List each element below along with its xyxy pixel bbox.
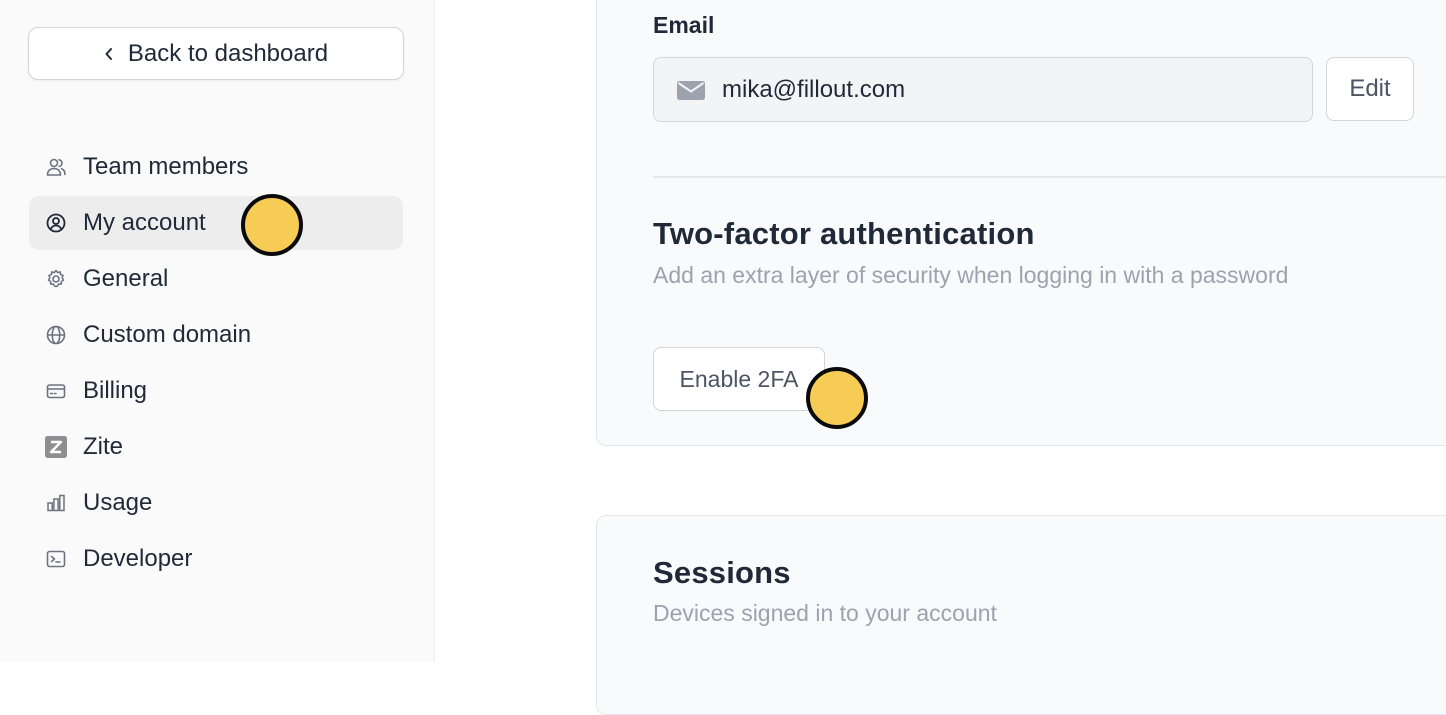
edit-email-button[interactable]: Edit [1326,57,1414,121]
users-icon [45,156,67,178]
back-to-dashboard-button[interactable]: Back to dashboard [28,27,404,80]
terminal-icon [45,548,67,570]
email-value: mika@fillout.com [722,75,906,103]
sidebar-item-usage[interactable]: Usage [29,476,403,530]
gear-icon [45,268,67,290]
chevron-left-icon [104,46,114,62]
sidebar-item-label: Usage [83,489,153,516]
click-marker [241,194,303,256]
two-factor-title: Two-factor authentication [653,216,1035,251]
section-divider [653,176,1446,178]
email-field: mika@fillout.com [653,57,1313,122]
sidebar-item-label: General [83,265,169,292]
settings-sidebar: Back to dashboard Team members My accoun… [0,0,435,662]
sidebar-item-label: Developer [83,545,193,572]
enable-2fa-button[interactable]: Enable 2FA [653,347,825,411]
sessions-subtitle: Devices signed in to your account [653,600,997,626]
sidebar-item-team-members[interactable]: Team members [29,140,403,194]
sidebar-item-developer[interactable]: Developer [29,532,403,586]
sidebar-item-my-account[interactable]: My account [29,196,403,250]
settings-nav: Team members My account General Custom d… [29,140,403,588]
sidebar-item-label: Zite [83,433,124,460]
sidebar-item-label: Custom domain [83,321,252,348]
user-circle-icon [45,212,67,234]
two-factor-subtitle: Add an extra layer of security when logg… [653,262,1289,288]
main-content: Email mika@fillout.com Edit Two-factor a… [436,0,1446,715]
sessions-title: Sessions [653,555,791,590]
sidebar-item-label: Billing [83,377,148,404]
sidebar-item-label: Team members [83,153,249,180]
sidebar-item-zite[interactable]: Zite [29,420,403,474]
click-marker [806,367,868,429]
bar-chart-icon [45,492,67,514]
back-to-dashboard-label: Back to dashboard [127,39,329,67]
sidebar-item-label: My account [83,209,206,236]
credit-card-icon [45,380,67,402]
sidebar-item-custom-domain[interactable]: Custom domain [29,308,403,362]
zite-logo-icon [45,436,67,458]
email-label: Email [653,12,715,38]
mail-icon [676,79,706,101]
globe-icon [45,324,67,346]
sidebar-item-billing[interactable]: Billing [29,364,403,418]
sidebar-item-general[interactable]: General [29,252,403,306]
